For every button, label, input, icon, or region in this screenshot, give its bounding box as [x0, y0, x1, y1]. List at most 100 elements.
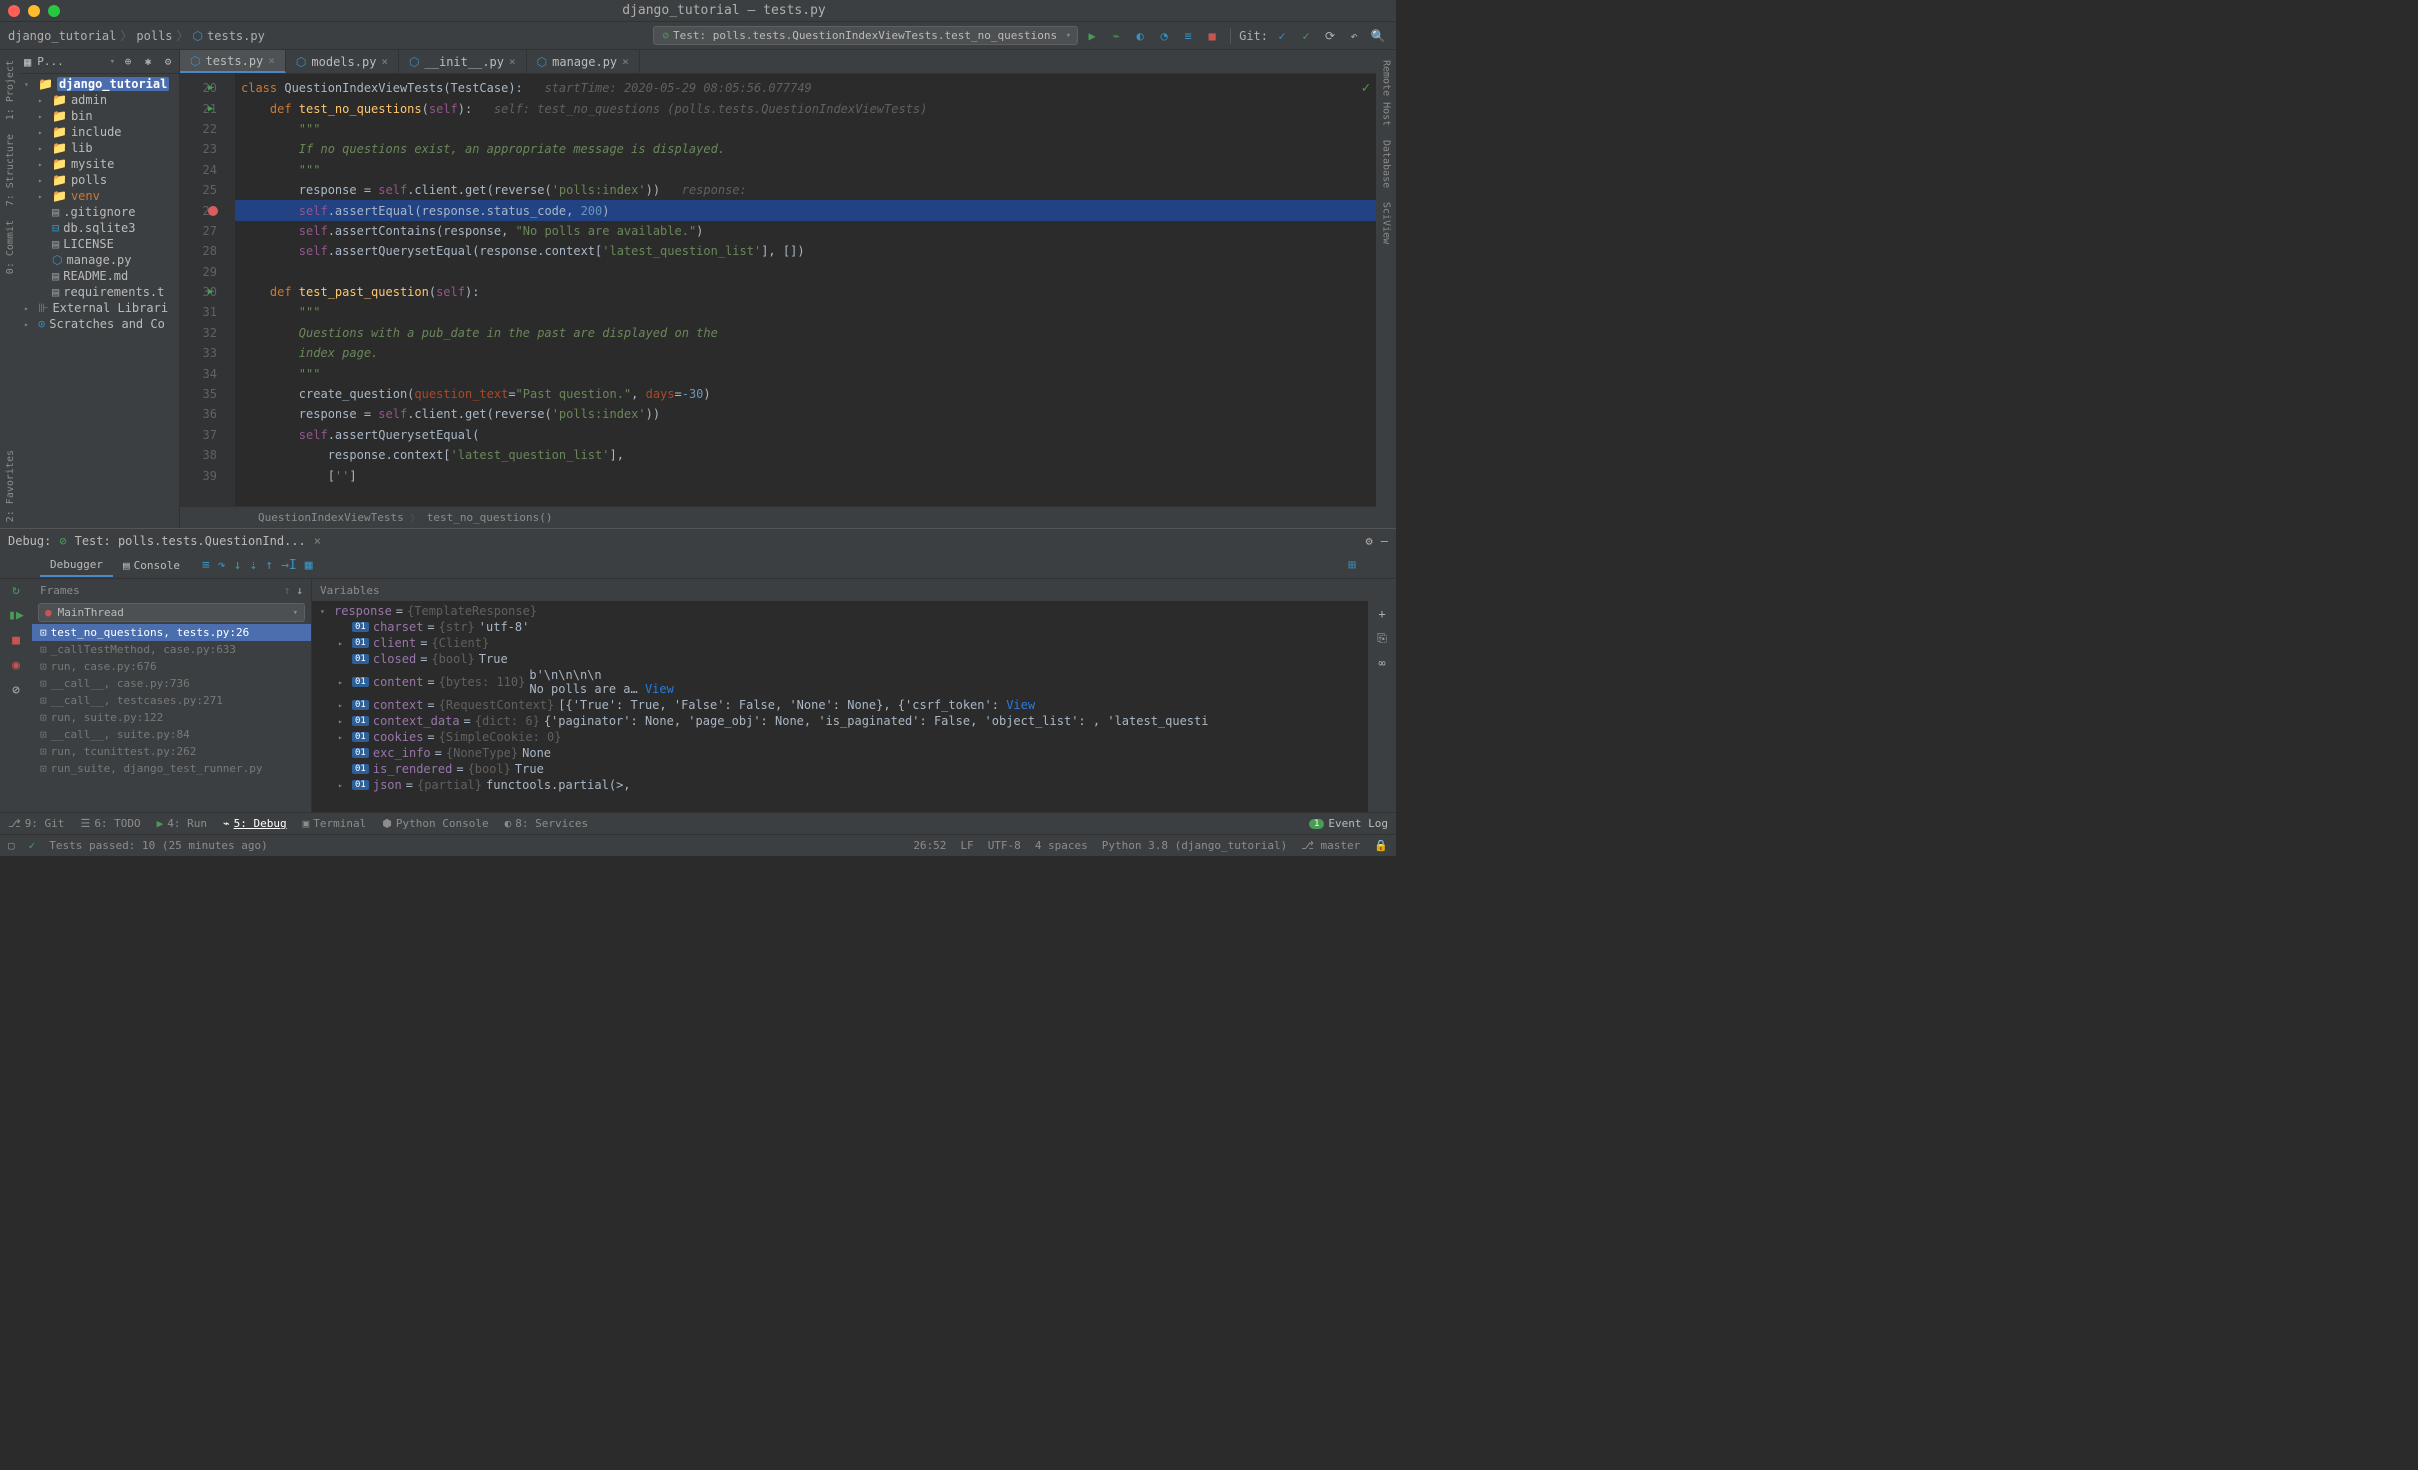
sciview-toolwindow-button[interactable]: SciView — [1381, 196, 1392, 250]
close-tab-icon[interactable]: × — [622, 55, 629, 68]
breadcrumb-class[interactable]: QuestionIndexViewTests — [258, 511, 404, 524]
expand-icon[interactable]: ▸ — [338, 733, 348, 742]
console-tab[interactable]: ▤ Console — [113, 555, 190, 576]
link-icon[interactable]: ∞ — [1378, 656, 1385, 670]
evaluate-icon[interactable]: ▦ — [305, 558, 313, 573]
run-configuration-select[interactable]: ⊘ Test: polls.tests.QuestionIndexViewTes… — [653, 26, 1078, 45]
code-line[interactable]: """ — [235, 302, 1376, 322]
view-breakpoints-button[interactable]: ◉ — [12, 658, 20, 673]
code-line[interactable]: response.context['latest_question_list']… — [235, 445, 1376, 465]
event-log-button[interactable]: 1 Event Log — [1309, 817, 1388, 830]
step-into-icon[interactable]: ↓ — [234, 558, 242, 573]
breadcrumb-file[interactable]: tests.py — [207, 29, 265, 43]
code-line[interactable] — [235, 262, 1376, 282]
code-line[interactable]: [''] — [235, 465, 1376, 485]
gutter-line[interactable]: 33 — [180, 343, 235, 363]
git-rollback-button[interactable]: ↶ — [1344, 26, 1364, 46]
run-gutter-icon[interactable]: ▶ — [208, 287, 213, 297]
variable-item[interactable]: ▸01client = {Client} — [312, 635, 1368, 651]
variable-item[interactable]: 01closed = {bool} True — [312, 651, 1368, 667]
favorites-toolwindow-button[interactable]: 2: Favorites — [5, 444, 16, 528]
frame-item[interactable]: ⊡run_suite, django_test_runner.py — [32, 760, 311, 777]
code-line[interactable]: def test_past_question(self): — [235, 282, 1376, 302]
tree-item[interactable]: ▤README.md — [20, 268, 179, 284]
code-line[interactable]: self.assertEqual(response.status_code, 2… — [235, 200, 1376, 220]
search-everywhere-button[interactable]: 🔍 — [1368, 26, 1388, 46]
frame-item[interactable]: ⊡_callTestMethod, case.py:633 — [32, 641, 311, 658]
view-link[interactable]: View — [1006, 698, 1035, 712]
project-panel-title[interactable]: P... — [37, 55, 103, 68]
gear-icon[interactable]: ⚙ — [161, 55, 175, 68]
hide-panel-icon[interactable]: — — [1381, 534, 1388, 548]
code-line[interactable]: self.assertQuerysetEqual( — [235, 425, 1376, 445]
chevron-right-icon[interactable]: ▸ — [38, 160, 48, 169]
next-frame-icon[interactable]: ↓ — [296, 584, 303, 597]
code-line[interactable]: """ — [235, 363, 1376, 383]
coverage-button[interactable]: ◐ — [1130, 26, 1150, 46]
code-line[interactable]: Questions with a pub_date in the past ar… — [235, 323, 1376, 343]
stop-debug-button[interactable]: ■ — [12, 633, 20, 648]
git-update-button[interactable]: ✓ — [1272, 26, 1292, 46]
add-watch-icon[interactable]: + — [1378, 607, 1385, 621]
gutter-line[interactable]: 36 — [180, 404, 235, 424]
tree-item[interactable]: ▸📁lib — [20, 140, 179, 156]
run-toolwindow-button[interactable]: ▶4: Run — [157, 817, 207, 830]
variable-item[interactable]: ▸01json = {partial} functools.partial(>, — [312, 777, 1368, 793]
show-execution-point-icon[interactable]: ≡ — [202, 558, 210, 573]
expand-icon[interactable]: ▸ — [338, 701, 348, 710]
frame-item[interactable]: ⊡run, suite.py:122 — [32, 709, 311, 726]
gutter-line[interactable]: 28 — [180, 241, 235, 261]
editor-tab[interactable]: ⬡manage.py× — [527, 50, 640, 73]
status-git-branch[interactable]: ⎇ master — [1301, 839, 1360, 852]
code-line[interactable]: """ — [235, 119, 1376, 139]
code-line[interactable]: index page. — [235, 343, 1376, 363]
status-line-separator[interactable]: LF — [960, 839, 973, 852]
database-toolwindow-button[interactable]: Database — [1381, 134, 1392, 194]
frame-item[interactable]: ⊡run, case.py:676 — [32, 658, 311, 675]
gutter[interactable]: ▶20▶212223242526272829▶30313233343536373… — [180, 74, 235, 506]
commit-toolwindow-button[interactable]: 0: Commit — [5, 214, 16, 280]
gutter-line[interactable]: 23 — [180, 139, 235, 159]
rerun-button[interactable]: ↻ — [12, 583, 20, 598]
variable-item[interactable]: 01charset = {str} 'utf-8' — [312, 619, 1368, 635]
expand-icon[interactable]: ▾ — [320, 607, 330, 616]
variable-item[interactable]: ▸01context_data = {dict: 6} {'paginator'… — [312, 713, 1368, 729]
prev-frame-icon[interactable]: ↑ — [284, 584, 291, 597]
gutter-line[interactable]: 38 — [180, 445, 235, 465]
code-line[interactable]: self.assertContains(response, "No polls … — [235, 221, 1376, 241]
services-toolwindow-button[interactable]: ◐8: Services — [505, 817, 588, 830]
tree-item[interactable]: ▸📁include — [20, 124, 179, 140]
python-console-toolwindow-button[interactable]: ⬢Python Console — [382, 817, 488, 830]
chevron-right-icon[interactable]: ▸ — [38, 112, 48, 121]
gutter-line[interactable]: 24 — [180, 160, 235, 180]
run-to-cursor-icon[interactable]: →I — [281, 558, 297, 573]
expand-icon[interactable]: ▸ — [338, 781, 348, 790]
code-area[interactable]: class QuestionIndexViewTests(TestCase): … — [235, 74, 1376, 506]
frame-item[interactable]: ⊡__call__, suite.py:84 — [32, 726, 311, 743]
locate-icon[interactable]: ⊕ — [121, 55, 135, 68]
analysis-ok-icon[interactable]: ✓ — [1362, 80, 1370, 96]
variable-item[interactable]: ▸01context = {RequestContext} [{'True': … — [312, 697, 1368, 713]
project-tree[interactable]: ▾ 📁 django_tutorial ▸📁admin▸📁bin▸📁includ… — [20, 74, 179, 334]
expand-icon[interactable]: ▸ — [338, 639, 348, 648]
code-line[interactable]: response = self.client.get(reverse('poll… — [235, 180, 1376, 200]
frame-item[interactable]: ⊡run, tcunittest.py:262 — [32, 743, 311, 760]
step-over-icon[interactable]: ↷ — [218, 558, 226, 573]
expand-icon[interactable]: ▸ — [338, 678, 348, 687]
chevron-right-icon[interactable]: ▸ — [38, 192, 48, 201]
tree-item[interactable]: ▸📁bin — [20, 108, 179, 124]
remote-host-toolwindow-button[interactable]: Remote Host — [1381, 54, 1392, 132]
minimize-window-button[interactable] — [28, 5, 40, 17]
close-tab-icon[interactable]: × — [268, 54, 275, 67]
git-commit-button[interactable]: ✓ — [1296, 26, 1316, 46]
close-tab-icon[interactable]: × — [509, 55, 516, 68]
tree-item[interactable]: ▸📁polls — [20, 172, 179, 188]
breakpoint-icon[interactable] — [208, 206, 218, 216]
code-line[interactable]: class QuestionIndexViewTests(TestCase): … — [235, 78, 1376, 98]
tree-root[interactable]: ▾ 📁 django_tutorial — [20, 76, 179, 92]
editor-tab[interactable]: ⬡models.py× — [286, 50, 399, 73]
code-line[interactable]: create_question(question_text="Past ques… — [235, 384, 1376, 404]
gutter-line[interactable]: 29 — [180, 262, 235, 282]
chevron-right-icon[interactable]: ▸ — [38, 144, 48, 153]
close-tab-icon[interactable]: × — [314, 534, 321, 548]
